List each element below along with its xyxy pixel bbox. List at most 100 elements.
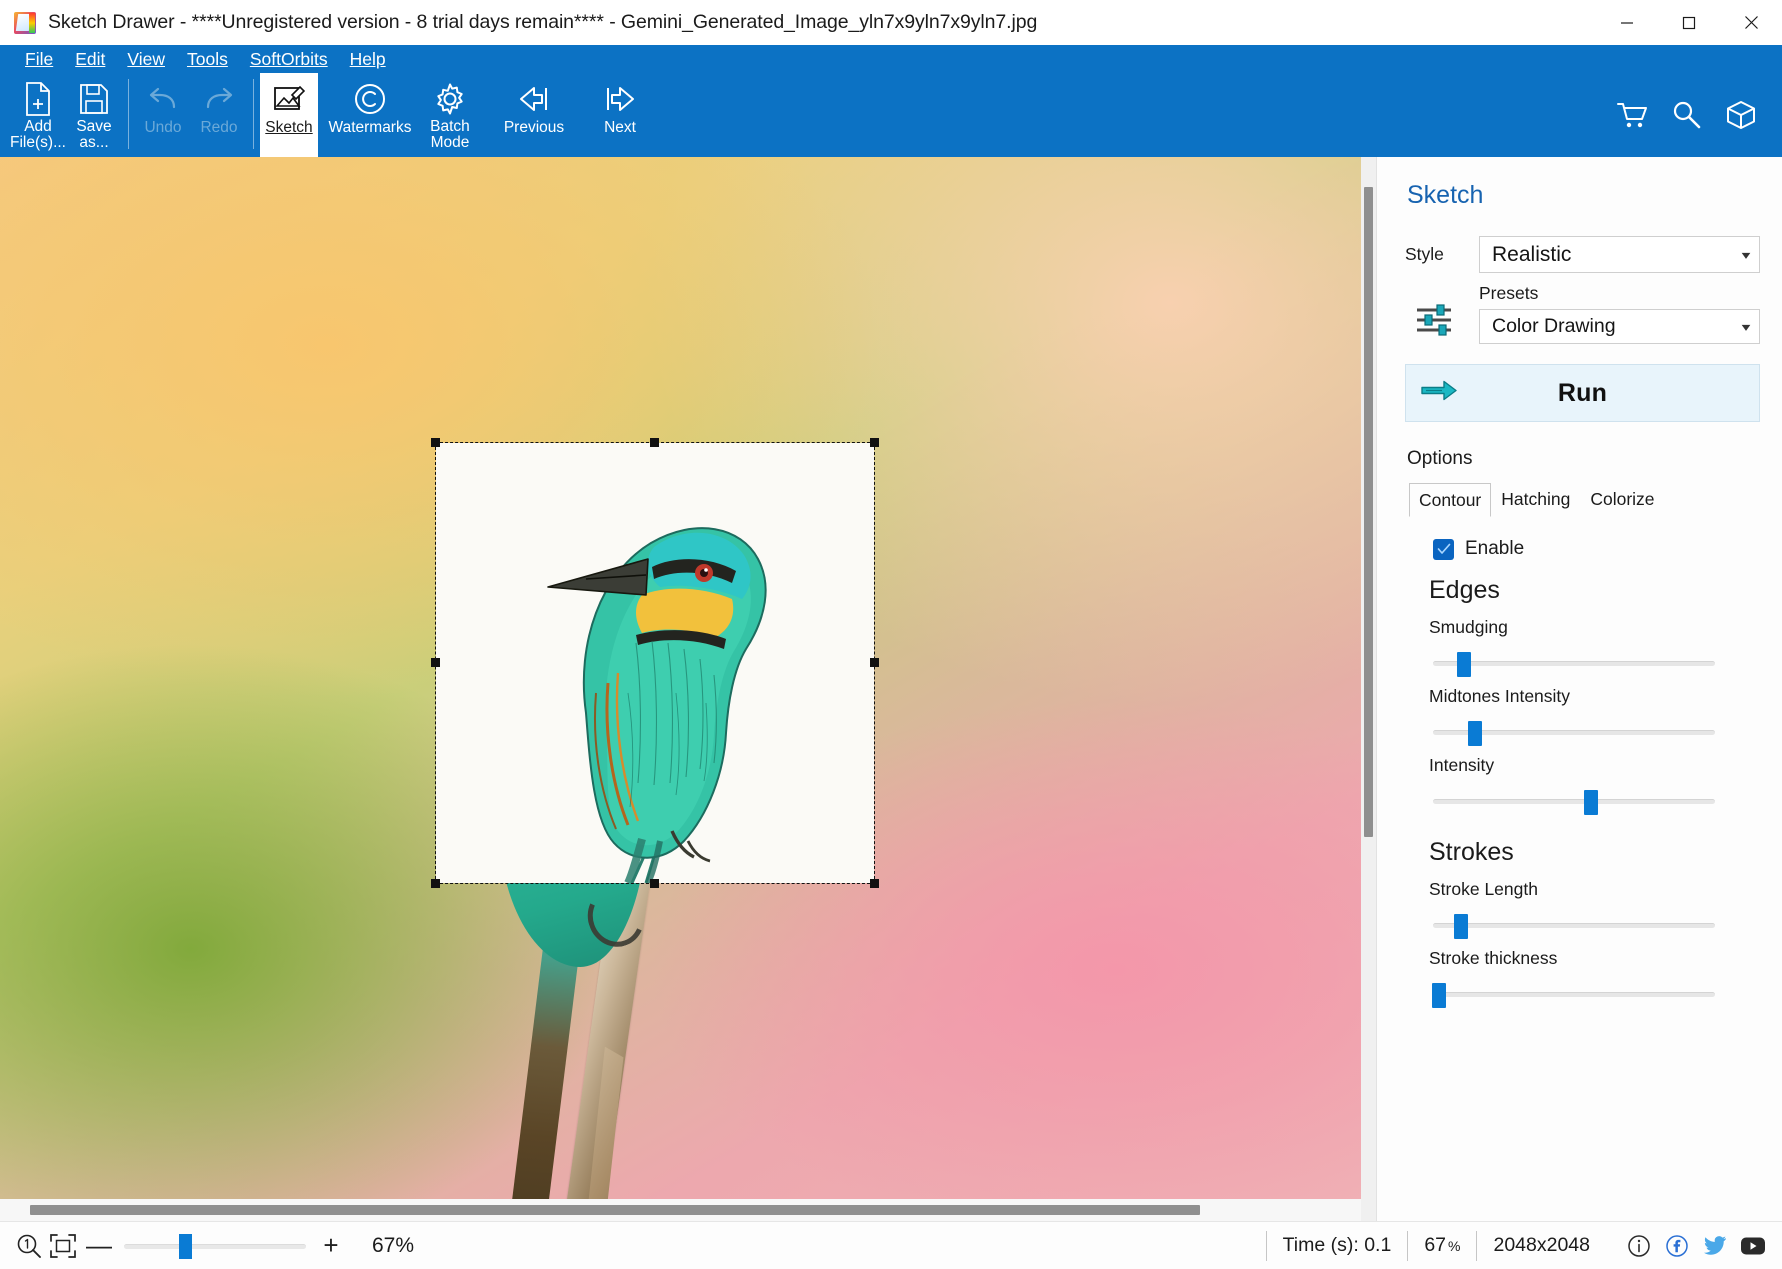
presets-dropdown[interactable]: Color Drawing ▾ xyxy=(1479,309,1760,344)
youtube-icon[interactable] xyxy=(1740,1233,1766,1259)
toolbar-save-as-label-1: Save xyxy=(76,118,112,135)
toolbar-undo-button[interactable]: Undo xyxy=(135,73,191,157)
toolbar-right-icons xyxy=(1616,73,1782,157)
toolbar-sketch-button[interactable]: Sketch xyxy=(260,73,318,157)
canvas-vertical-scroll-thumb[interactable] xyxy=(1364,187,1373,837)
run-button[interactable]: Run xyxy=(1405,364,1760,422)
arrow-left-icon xyxy=(516,79,552,119)
toolbar-save-as-button[interactable]: Save as... xyxy=(66,73,122,157)
menu-help[interactable]: Help xyxy=(339,47,397,72)
zoom-actual-size-icon[interactable] xyxy=(12,1229,46,1263)
toolbar-batch-mode-button[interactable]: Batch Mode xyxy=(422,73,478,157)
image-canvas[interactable] xyxy=(0,157,1376,1221)
slider-midtones-intensity-label: Midtones Intensity xyxy=(1429,686,1571,706)
menu-tools[interactable]: Tools xyxy=(176,47,239,72)
resize-handle-ne[interactable] xyxy=(870,438,879,447)
tab-colorize-label: Colorize xyxy=(1590,489,1655,509)
menu-softorbits[interactable]: SoftOrbits xyxy=(239,47,339,72)
window-title: Sketch Drawer - ****Unregistered version… xyxy=(48,11,1038,33)
zoom-slider-thumb[interactable] xyxy=(178,1233,192,1259)
slider-stroke-thickness-label: Stroke thickness xyxy=(1429,948,1558,968)
slider-stroke-length-thumb[interactable] xyxy=(1454,914,1469,939)
slider-smudging-track xyxy=(1433,661,1715,666)
toolbar-redo-button[interactable]: Redo xyxy=(191,73,247,157)
status-time: Time (s): 0.1 xyxy=(1265,1230,1408,1261)
slider-smudging-thumb[interactable] xyxy=(1457,652,1472,677)
style-row: Style Realistic ▾ xyxy=(1405,236,1760,273)
resize-handle-s[interactable] xyxy=(650,879,659,888)
slider-intensity-thumb[interactable] xyxy=(1583,790,1598,815)
run-arrow-icon xyxy=(1420,380,1458,407)
slider-midtones-intensity-thumb[interactable] xyxy=(1468,721,1483,746)
section-edges-heading: Edges xyxy=(1429,576,1500,604)
enable-checkbox[interactable] xyxy=(1433,538,1454,560)
toolbar-redo-label: Redo xyxy=(200,119,238,136)
tab-hatching[interactable]: Hatching xyxy=(1491,482,1580,516)
slider-smudging-label: Smudging xyxy=(1429,617,1508,637)
zoom-in-button[interactable]: + xyxy=(312,1229,350,1263)
slider-intensity[interactable] xyxy=(1433,790,1715,815)
panel-title: Sketch xyxy=(1407,181,1484,209)
toolbar-next-button[interactable]: Next xyxy=(577,73,663,157)
gear-icon xyxy=(433,79,467,119)
cart-icon[interactable] xyxy=(1616,98,1650,132)
resize-handle-n[interactable] xyxy=(650,438,659,447)
toolbar-save-as-label-2: as... xyxy=(79,134,109,151)
toolbar-add-files-button[interactable]: Add File(s)... xyxy=(10,73,66,157)
box-icon[interactable] xyxy=(1724,98,1758,132)
menu-view[interactable]: View xyxy=(116,47,176,72)
slider-smudging[interactable] xyxy=(1433,652,1715,677)
twitter-icon[interactable] xyxy=(1702,1233,1728,1259)
key-icon[interactable] xyxy=(1670,98,1704,132)
chevron-down-icon: ▾ xyxy=(1741,247,1751,262)
canvas-vertical-scrollbar[interactable] xyxy=(1361,157,1376,1199)
menu-file[interactable]: File xyxy=(14,47,64,72)
presets-row: Presets Color Drawing ▾ xyxy=(1405,283,1760,344)
status-scale: 67% xyxy=(1407,1230,1476,1261)
slider-stroke-thickness-thumb[interactable] xyxy=(1431,983,1446,1008)
style-dropdown-value: Realistic xyxy=(1492,242,1572,266)
menu-bar: File Edit View Tools SoftOrbits Help xyxy=(0,45,1782,73)
toolbar-next-label: Next xyxy=(604,119,636,136)
status-scale-unit: % xyxy=(1448,1237,1461,1254)
slider-midtones-intensity[interactable] xyxy=(1433,721,1715,746)
menu-help-label: Help xyxy=(349,48,386,69)
close-button[interactable] xyxy=(1720,0,1782,45)
toolbar-watermarks-button[interactable]: Watermarks xyxy=(318,73,422,157)
toolbar-batch-mode-label-1: Batch xyxy=(430,118,470,135)
info-icon[interactable] xyxy=(1626,1233,1652,1259)
slider-intensity-track xyxy=(1433,799,1715,804)
tab-colorize[interactable]: Colorize xyxy=(1580,482,1664,516)
section-strokes-heading: Strokes xyxy=(1429,838,1514,866)
sketch-preview-selection[interactable] xyxy=(431,438,879,888)
status-bar: — + 67% Time (s): 0.1 67% 2048x2048 xyxy=(0,1221,1782,1269)
slider-stroke-length-label: Stroke Length xyxy=(1429,879,1538,899)
menu-edit[interactable]: Edit xyxy=(64,47,116,72)
zoom-percent-label: 67% xyxy=(372,1233,415,1257)
zoom-slider[interactable] xyxy=(124,1233,306,1259)
minimize-button[interactable] xyxy=(1596,0,1658,45)
add-file-icon xyxy=(23,79,53,119)
resize-handle-nw[interactable] xyxy=(431,438,440,447)
ribbon: File Edit View Tools SoftOrbits Help Add… xyxy=(0,45,1782,157)
facebook-icon[interactable] xyxy=(1664,1233,1690,1259)
style-dropdown[interactable]: Realistic ▾ xyxy=(1479,236,1760,273)
status-dimensions: 2048x2048 xyxy=(1476,1230,1606,1261)
canvas-horizontal-scroll-thumb[interactable] xyxy=(30,1205,1200,1215)
status-social-icons xyxy=(1606,1233,1782,1259)
resize-handle-se[interactable] xyxy=(870,879,879,888)
slider-stroke-thickness[interactable] xyxy=(1431,983,1715,1008)
toolbar-previous-button[interactable]: Previous xyxy=(491,73,577,157)
resize-handle-e[interactable] xyxy=(870,658,879,667)
sketch-options-panel: Sketch Style Realistic ▾ Presets Color D… xyxy=(1376,157,1782,1221)
zoom-out-button[interactable]: — xyxy=(80,1229,118,1263)
chevron-down-icon-presets: ▾ xyxy=(1741,319,1751,334)
resize-handle-w[interactable] xyxy=(431,658,440,667)
slider-stroke-length[interactable] xyxy=(1433,914,1715,939)
tab-contour[interactable]: Contour xyxy=(1409,483,1492,517)
resize-handle-sw[interactable] xyxy=(431,879,440,888)
canvas-horizontal-scrollbar[interactable] xyxy=(0,1199,1361,1221)
sketch-icon xyxy=(273,79,305,119)
maximize-button[interactable] xyxy=(1658,0,1720,45)
fit-to-window-icon[interactable] xyxy=(46,1229,80,1263)
